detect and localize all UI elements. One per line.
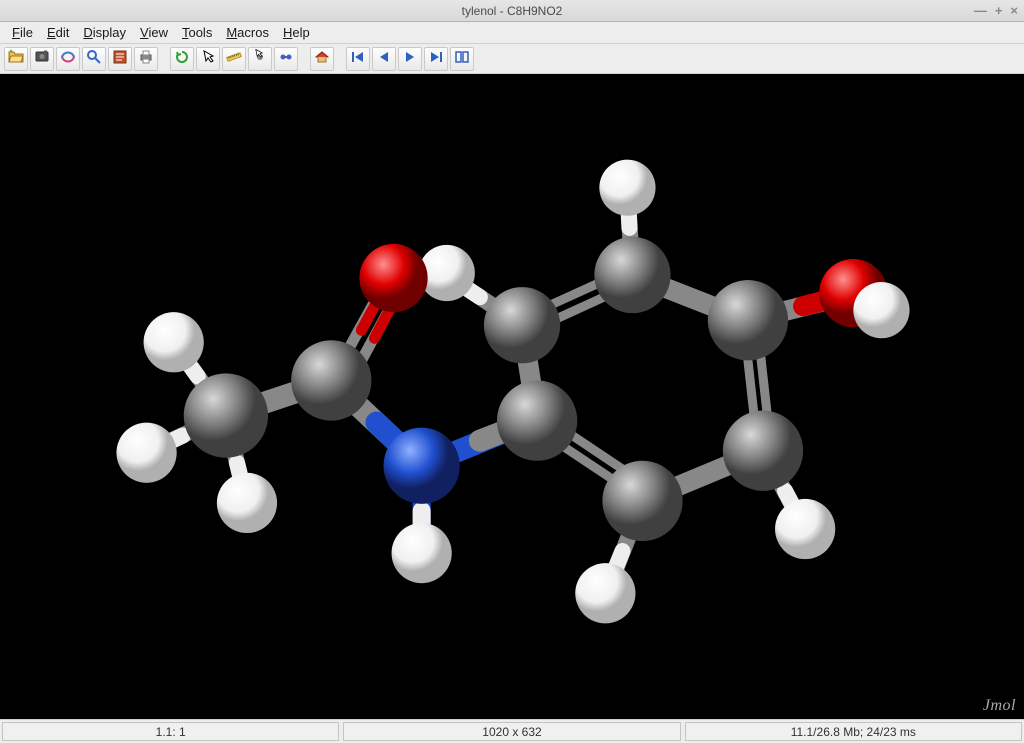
last-frame-button[interactable]: [424, 47, 448, 71]
next-frame-icon: [402, 49, 418, 68]
view-options-button[interactable]: [82, 47, 106, 71]
menu-tools[interactable]: Tools: [176, 23, 218, 42]
last-frame-icon: [428, 49, 444, 68]
maximize-button[interactable]: +: [995, 3, 1003, 18]
menu-macros[interactable]: Macros: [220, 23, 275, 42]
print-icon: [138, 49, 154, 68]
modelkit-icon: [278, 49, 294, 68]
open-file-button[interactable]: [4, 47, 28, 71]
prev-frame-icon: [376, 49, 392, 68]
script-console-icon: [112, 49, 128, 68]
molecule-render: [0, 74, 1024, 719]
export-image-button[interactable]: [30, 47, 54, 71]
menu-file[interactable]: File: [6, 23, 39, 42]
print-button[interactable]: [134, 47, 158, 71]
prev-frame-button[interactable]: [372, 47, 396, 71]
window-titlebar: tylenol - C8H9NO2 — + ×: [0, 0, 1024, 22]
toolbar: [0, 44, 1024, 74]
status-center: 1020 x 632: [343, 722, 680, 741]
script-console-button[interactable]: [108, 47, 132, 71]
loop-icon: [454, 49, 470, 68]
select-button[interactable]: [196, 47, 220, 71]
view-options-icon: [86, 49, 102, 68]
jmol-brand-label: Jmol: [983, 697, 1016, 715]
home-button[interactable]: [310, 47, 334, 71]
measure-button[interactable]: [222, 47, 246, 71]
molecule-viewport[interactable]: Jmol: [0, 74, 1024, 719]
center-icon: [252, 49, 268, 68]
next-frame-button[interactable]: [398, 47, 422, 71]
home-icon: [314, 49, 330, 68]
select-icon: [200, 49, 216, 68]
modelkit-button[interactable]: [274, 47, 298, 71]
menubar: File Edit Display View Tools Macros Help: [0, 22, 1024, 44]
rotate-button[interactable]: [170, 47, 194, 71]
measure-icon: [226, 49, 242, 68]
first-frame-icon: [350, 49, 366, 68]
export-pov-icon: [60, 49, 76, 68]
statusbar: 1.1: 1 1020 x 632 11.1/26.8 Mb; 24/23 ms: [0, 719, 1024, 743]
close-button[interactable]: ×: [1010, 3, 1018, 18]
window-title: tylenol - C8H9NO2: [462, 4, 563, 18]
open-file-icon: [8, 49, 24, 68]
menu-display[interactable]: Display: [77, 23, 132, 42]
rotate-icon: [174, 49, 190, 68]
status-left: 1.1: 1: [2, 722, 339, 741]
loop-button[interactable]: [450, 47, 474, 71]
status-right: 11.1/26.8 Mb; 24/23 ms: [685, 722, 1022, 741]
first-frame-button[interactable]: [346, 47, 370, 71]
export-pov-button[interactable]: [56, 47, 80, 71]
menu-help[interactable]: Help: [277, 23, 316, 42]
export-image-icon: [34, 49, 50, 68]
center-button[interactable]: [248, 47, 272, 71]
menu-edit[interactable]: Edit: [41, 23, 75, 42]
menu-view[interactable]: View: [134, 23, 174, 42]
minimize-button[interactable]: —: [974, 3, 987, 18]
